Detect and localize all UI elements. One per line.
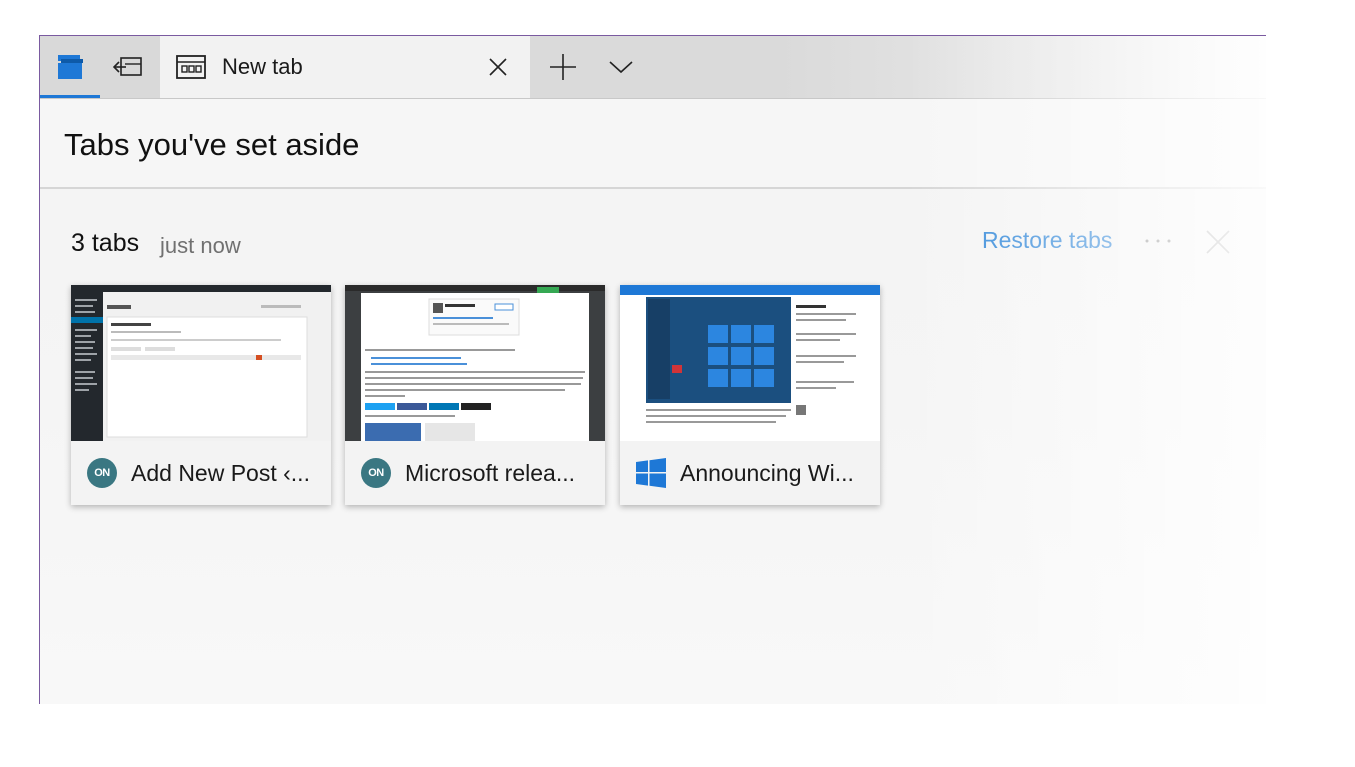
set-aside-tab-card[interactable]: Announcing Wi... — [620, 285, 880, 505]
active-indicator — [40, 95, 100, 98]
restore-tabs-link[interactable]: Restore tabs — [982, 227, 1112, 254]
tab-new-tab[interactable]: New tab — [160, 36, 530, 98]
more-options-button[interactable] — [1140, 226, 1176, 256]
card-title: Announcing Wi... — [680, 459, 854, 486]
windows-logo-icon — [636, 458, 666, 488]
tab-group-count: 3 tabs — [71, 229, 140, 257]
page-title: Tabs you've set aside — [64, 127, 360, 162]
close-icon — [489, 58, 507, 76]
plus-icon — [550, 54, 576, 80]
page-thumbnail — [620, 285, 880, 441]
card-label: Announcing Wi... — [620, 441, 880, 505]
new-tab-page-icon — [176, 55, 206, 79]
browser-window: New tab Tabs you've set aside 3 tabs jus… — [39, 35, 1266, 704]
card-label: ON Microsoft relea... — [345, 441, 605, 505]
more-dots-icon — [1145, 239, 1171, 243]
tab-preview-dropdown[interactable] — [592, 36, 650, 98]
chevron-down-icon — [609, 61, 633, 74]
set-aside-tab-card[interactable]: ON Add New Post ‹... — [71, 285, 331, 505]
page-thumbnail — [71, 285, 331, 441]
tabs-aside-button[interactable] — [40, 36, 100, 98]
pane-header: Tabs you've set aside — [40, 99, 1266, 189]
set-aside-tab-card[interactable]: ON Microsoft relea... — [345, 285, 605, 505]
close-tab-button[interactable] — [478, 47, 518, 87]
close-icon — [1206, 230, 1230, 254]
tab-bar: New tab — [40, 36, 1266, 99]
card-title: Microsoft relea... — [405, 459, 575, 486]
set-tabs-aside-icon — [113, 57, 142, 76]
set-tabs-aside-button[interactable] — [100, 36, 158, 98]
page-thumbnail — [345, 285, 605, 441]
tab-group-time: just now — [160, 233, 241, 258]
card-label: ON Add New Post ‹... — [71, 441, 331, 505]
tabs-set-aside-icon — [58, 55, 83, 79]
card-title: Add New Post ‹... — [131, 459, 310, 486]
on-site-icon: ON — [87, 458, 117, 488]
tab-title: New tab — [222, 54, 303, 79]
remove-group-button[interactable] — [1202, 226, 1234, 258]
on-site-icon: ON — [361, 458, 391, 488]
new-tab-button[interactable] — [534, 36, 592, 98]
